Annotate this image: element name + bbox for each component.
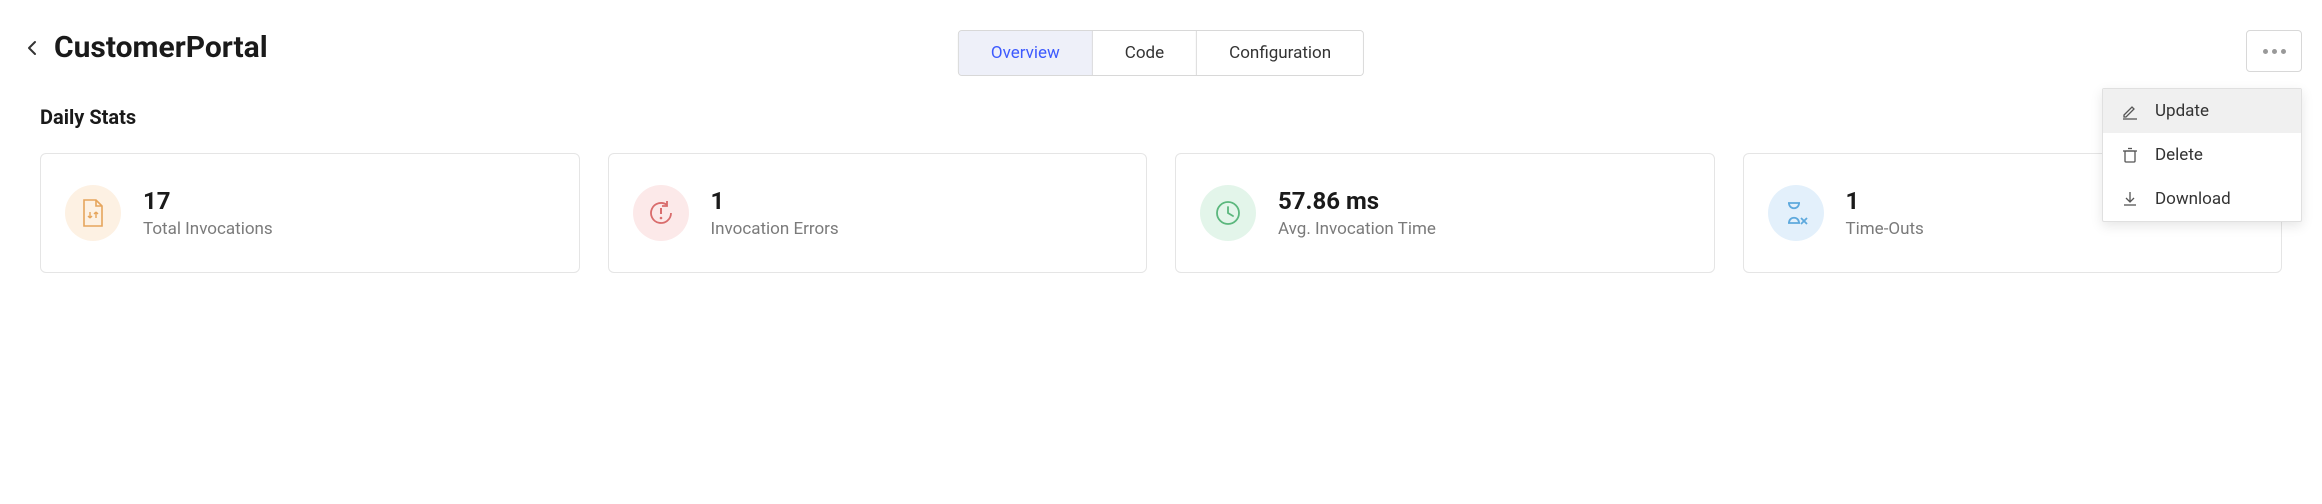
tab-code[interactable]: Code [1093, 31, 1197, 75]
dropdown-item-label: Download [2155, 189, 2231, 209]
ellipsis-icon [2263, 49, 2286, 54]
stat-text: 1 Time-Outs [1846, 187, 1924, 239]
clock-icon [1200, 185, 1256, 241]
stat-card-invocation-errors: 1 Invocation Errors [608, 153, 1148, 273]
stat-value: 17 [143, 187, 273, 215]
dropdown-item-label: Update [2155, 101, 2209, 121]
stat-text: 17 Total Invocations [143, 187, 273, 239]
dropdown-item-download[interactable]: Download [2103, 177, 2301, 221]
stat-label: Time-Outs [1846, 219, 1924, 239]
edit-icon [2121, 102, 2139, 120]
tabs: Overview Code Configuration [958, 30, 1364, 76]
stat-value: 1 [1846, 187, 1924, 215]
stat-card-avg-invocation-time: 57.86 ms Avg. Invocation Time [1175, 153, 1715, 273]
dropdown-item-label: Delete [2155, 145, 2203, 165]
download-icon [2121, 190, 2139, 208]
stat-label: Avg. Invocation Time [1278, 219, 1436, 239]
more-menu-button[interactable] [2246, 30, 2302, 72]
tabs-container: Overview Code Configuration [958, 30, 1364, 76]
tab-overview[interactable]: Overview [959, 31, 1093, 75]
back-button[interactable] [20, 36, 44, 60]
stat-text: 57.86 ms Avg. Invocation Time [1278, 187, 1436, 239]
timeout-icon [1768, 185, 1824, 241]
stat-value: 57.86 ms [1278, 187, 1436, 215]
file-icon [65, 185, 121, 241]
error-refresh-icon [633, 185, 689, 241]
stat-text: 1 Invocation Errors [711, 187, 839, 239]
page-title: CustomerPortal [54, 30, 268, 65]
trash-icon [2121, 146, 2139, 164]
stat-label: Invocation Errors [711, 219, 839, 239]
more-menu-dropdown: Update Delete Download [2102, 88, 2302, 222]
tab-configuration[interactable]: Configuration [1197, 31, 1363, 75]
dropdown-item-update[interactable]: Update [2103, 89, 2301, 133]
section-title: Daily Stats [40, 105, 2302, 129]
stat-label: Total Invocations [143, 219, 273, 239]
stat-value: 1 [711, 187, 839, 215]
stats-grid: 17 Total Invocations 1 Invocation Errors [40, 153, 2282, 273]
dropdown-item-delete[interactable]: Delete [2103, 133, 2301, 177]
chevron-left-icon [27, 40, 37, 56]
stat-card-total-invocations: 17 Total Invocations [40, 153, 580, 273]
